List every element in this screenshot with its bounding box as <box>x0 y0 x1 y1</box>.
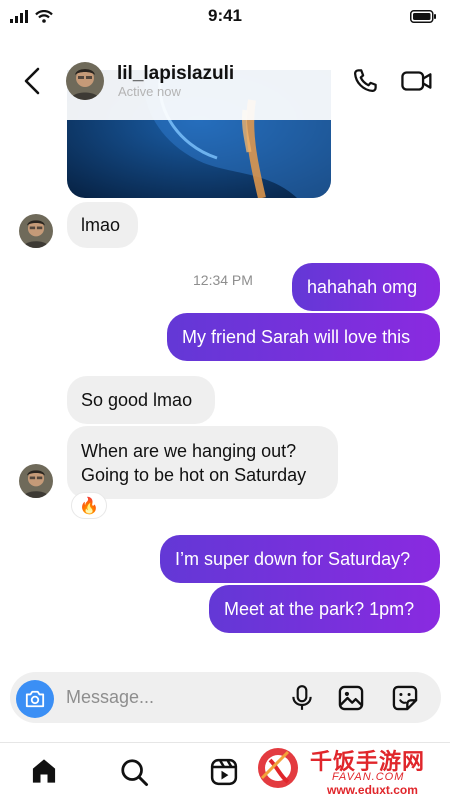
battery-icon <box>410 10 436 28</box>
watermark-subtitle: FAVAN.COM <box>332 771 405 783</box>
sticker-button[interactable] <box>391 684 419 717</box>
contact-username[interactable]: lil_lapislazuli <box>117 63 234 85</box>
sticker-icon <box>392 685 418 711</box>
fire-reaction[interactable]: 🔥 <box>71 492 107 519</box>
outgoing-message[interactable]: My friend Sarah will love this <box>167 313 440 361</box>
sender-avatar[interactable] <box>19 464 53 498</box>
phone-call-button[interactable] <box>350 66 380 101</box>
incoming-message[interactable]: lmao <box>67 202 138 248</box>
watermark-url: www.eduxt.com <box>327 783 418 797</box>
phone-icon <box>354 69 377 92</box>
message-timestamp: 12:34 PM <box>193 272 253 288</box>
status-time: 9:41 <box>207 6 243 25</box>
video-call-button[interactable] <box>400 66 434 101</box>
incoming-message[interactable]: When are we hanging out? Going to be hot… <box>67 426 338 499</box>
chevron-left-icon <box>24 67 40 95</box>
nav-reels[interactable] <box>209 757 239 792</box>
outgoing-message[interactable]: I’m super down for Saturday? <box>160 535 440 583</box>
image-icon <box>338 685 364 711</box>
camera-button[interactable] <box>16 680 54 718</box>
video-camera-icon <box>401 71 432 91</box>
gallery-button[interactable] <box>337 684 365 717</box>
contact-avatar[interactable] <box>66 62 104 100</box>
message-line: When are we hanging out? <box>81 441 297 461</box>
sender-avatar[interactable] <box>19 214 53 248</box>
back-button[interactable] <box>18 64 48 98</box>
reels-icon <box>210 758 238 786</box>
camera-icon <box>25 690 45 708</box>
nav-home[interactable] <box>29 757 59 790</box>
message-input[interactable]: Message... <box>66 687 154 708</box>
nav-search[interactable] <box>119 757 149 792</box>
microphone-icon <box>292 685 312 710</box>
search-icon <box>121 759 148 786</box>
incoming-message[interactable]: So good lmao <box>67 376 215 424</box>
outgoing-message[interactable]: hahahah omg <box>292 263 440 311</box>
voice-message-button[interactable] <box>289 684 315 717</box>
message-line: Going to be hot on Saturday <box>81 465 307 485</box>
home-icon <box>32 759 56 783</box>
active-status: Active now <box>118 84 181 99</box>
outgoing-message[interactable]: Meet at the park? 1pm? <box>209 585 440 633</box>
